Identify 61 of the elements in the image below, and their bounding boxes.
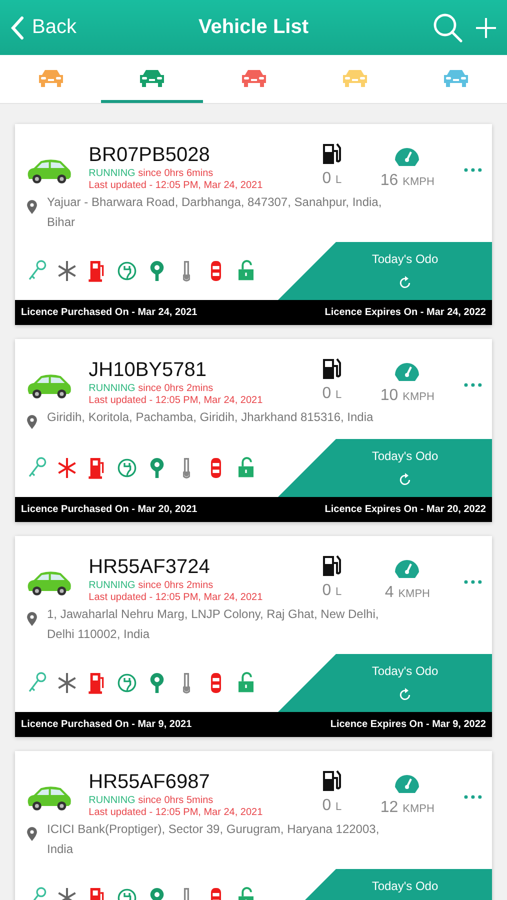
chevron-left-icon [10, 16, 24, 40]
vehicle-plate: HR55AF3724 [88, 555, 211, 580]
fuel-pump-icon [320, 357, 343, 381]
licence-purchased: Licence Purchased On - Mar 24, 2021 [21, 307, 198, 318]
last-updated: Last updated - 12:05 PM, Mar 24, 2021 [88, 395, 264, 407]
fuel-pump-icon [320, 142, 343, 166]
fuel-pump-icon [320, 769, 343, 793]
more-options-icon[interactable] [464, 580, 482, 584]
vehicle-card[interactable] [15, 339, 492, 522]
refresh-icon[interactable] [398, 688, 412, 702]
fuel-reading: 0 L [322, 582, 342, 600]
vehicle-address: Giridih, Koritola, Pachamba, Giridih, Jharkhand 815316, India [47, 409, 374, 426]
back-button[interactable]: Back [10, 16, 76, 40]
refresh-icon[interactable] [398, 276, 412, 290]
location-pin-icon [27, 415, 37, 429]
vehicle-plate: HR55AF6987 [88, 770, 211, 795]
more-options-icon[interactable] [464, 383, 482, 387]
last-updated: Last updated - 12:05 PM, Mar 24, 2021 [88, 180, 264, 192]
fuel-pump-icon [320, 554, 343, 578]
last-updated: Last updated - 12:05 PM, Mar 24, 2021 [88, 592, 264, 604]
speed-reading: 10 KMPH [380, 387, 434, 405]
fuel-reading: 0 L [322, 797, 342, 815]
odo-label: Today's Odo [372, 664, 438, 678]
licence-purchased: Licence Purchased On - Mar 9, 2021 [21, 719, 192, 730]
speed-reading: 16 KMPH [380, 172, 434, 190]
screen-title: Vehicle List [198, 16, 309, 39]
odometer-panel[interactable]: Today's Odo [278, 242, 492, 300]
last-updated: Last updated - 12:05 PM, Mar 24, 2021 [88, 807, 264, 819]
running-status: RUNNING since 0hrs 2mins [88, 580, 214, 592]
location-pin-icon [27, 827, 37, 841]
licence-expires: Licence Expires On - Mar 20, 2022 [324, 504, 486, 515]
vehicle-address: ICICI Bank(Proptiger), Sector 39, Gurugram, Haryana 122003, India [47, 821, 380, 858]
running-status: RUNNING since 0hrs 2mins [88, 383, 214, 395]
vehicle-card[interactable] [15, 536, 492, 737]
licence-expires: Licence Expires On - Mar 24, 2022 [324, 307, 486, 318]
vehicle-plate: BR07PB5028 [88, 143, 211, 168]
licence-expires: Licence Expires On - Mar 9, 2022 [330, 719, 486, 730]
search-icon[interactable] [433, 12, 463, 42]
fuel-reading: 0 L [322, 170, 342, 188]
speed-reading: 12 KMPH [380, 799, 434, 817]
more-options-icon[interactable] [464, 168, 482, 172]
vehicle-address: 1, Jawaharlal Nehru Marg, LNJP Colony, Raj Ghat, New Delhi, Delhi 110002, India [47, 606, 380, 643]
vehicle-plate: JH10BY5781 [88, 358, 208, 383]
location-pin-icon [27, 200, 37, 214]
running-status: RUNNING since 0hrs 6mins [88, 168, 214, 180]
fuel-reading: 0 L [322, 385, 342, 403]
odo-label: Today's Odo [372, 879, 438, 893]
licence-purchased: Licence Purchased On - Mar 20, 2021 [21, 504, 198, 515]
odo-label: Today's Odo [372, 252, 438, 266]
odometer-panel[interactable]: Today's Odo [278, 654, 492, 712]
odometer-panel[interactable]: Today's Odo [278, 439, 492, 497]
vehicle-address: Yajuar - Bharwara Road, Darbhanga, 847307, Sanahpur, India, Bihar [47, 194, 383, 231]
speed-reading: 4 KMPH [384, 584, 430, 602]
odo-label: Today's Odo [372, 449, 438, 463]
refresh-icon[interactable] [398, 473, 412, 487]
more-options-icon[interactable] [464, 795, 482, 799]
location-pin-icon [27, 612, 37, 626]
running-status: RUNNING since 0hrs 5mins [88, 795, 214, 807]
vehicle-card[interactable] [15, 124, 492, 325]
add-icon[interactable] [475, 16, 497, 38]
vehicle-card[interactable]: HR55AF6987 RUNNING since 0hrs 5mins Last updated - 12:05 PM, Mar 24, 2021 0 L 12 KMPH ICICI Bank(Proptiger), Sector 39, Gurugram, Haryana 122003, India Today's Odo [15, 751, 492, 900]
